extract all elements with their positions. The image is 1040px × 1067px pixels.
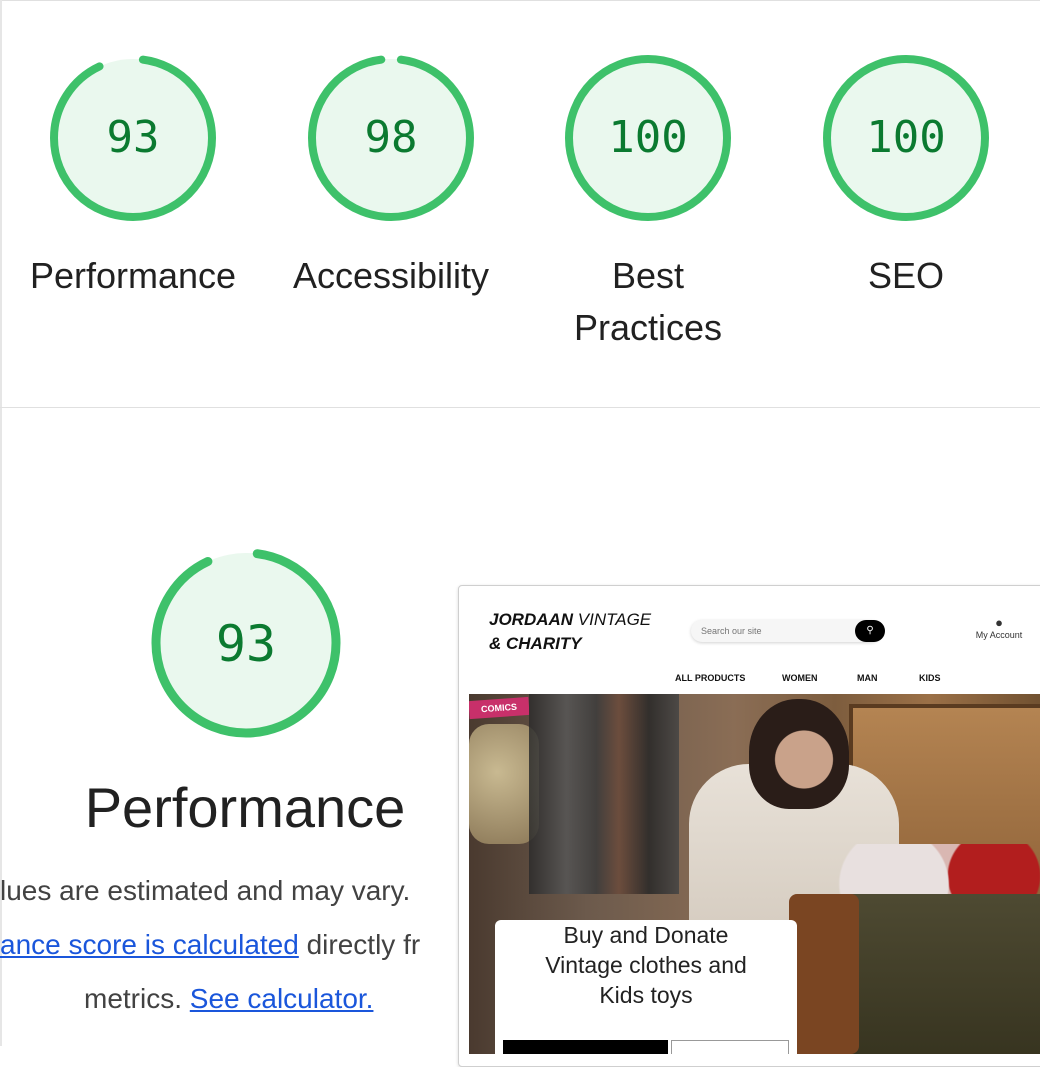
hero-bag bbox=[789, 894, 859, 1054]
desc-line-1: lues are estimated and may vary. bbox=[0, 875, 410, 907]
site-logo: JORDAAN VINTAGE & CHARITY bbox=[489, 608, 651, 656]
hero-heading-line: Vintage clothes and bbox=[545, 952, 747, 978]
gauge-score: 93 bbox=[106, 112, 160, 163]
section-title: Performance bbox=[84, 776, 406, 839]
gauge-performance-large: 93 bbox=[148, 545, 344, 741]
shop-now-button[interactable]: SHOP NOW bbox=[503, 1040, 668, 1054]
gauge-best-practices[interactable]: 100 bbox=[562, 52, 734, 224]
hero-sign-text: COMICS bbox=[480, 701, 518, 715]
my-account[interactable]: ● My Account bbox=[964, 615, 1034, 641]
section-divider bbox=[0, 407, 1040, 408]
gauge-label-line: Accessibility bbox=[292, 255, 490, 296]
gauge-score: 100 bbox=[608, 112, 688, 163]
search-icon[interactable]: ⚲ bbox=[855, 620, 885, 642]
site-search[interactable]: ⚲ bbox=[691, 620, 885, 642]
gauge-seo[interactable]: 100 bbox=[820, 52, 992, 224]
hero-heading-line: Buy and Donate bbox=[563, 922, 729, 948]
gauge-label-line: SEO bbox=[867, 255, 945, 296]
gauge-label-line: Performance bbox=[29, 255, 237, 296]
hero-sign: COMICS bbox=[469, 696, 530, 720]
desc-line-3: metrics. See calculator. bbox=[84, 983, 373, 1015]
brand-line-2: & CHARITY bbox=[489, 634, 582, 653]
gauge-label-line: Best bbox=[611, 255, 685, 296]
gauge-score: 100 bbox=[866, 112, 946, 163]
gauge-label-line: Practices bbox=[573, 307, 723, 348]
hero-card: Buy and Donate Vintage clothes and Kids … bbox=[495, 920, 797, 1054]
gauge-label-performance: Performance bbox=[8, 250, 258, 302]
desc-line-2: ance score is calculated directly fr bbox=[0, 929, 420, 961]
gauge-label-seo: SEO bbox=[781, 250, 1031, 302]
gauge-performance[interactable]: 93 bbox=[47, 52, 219, 224]
desc-text: directly fr bbox=[298, 929, 421, 960]
nav-all-products[interactable]: ALL PRODUCTS bbox=[675, 673, 745, 683]
desc-text: lues are estimated and may vary. bbox=[0, 875, 411, 906]
see-calculator-link[interactable]: See calculator. bbox=[190, 983, 374, 1014]
hero-clothes-rack bbox=[529, 694, 679, 894]
gauge-label-best-practices: Best Practices bbox=[523, 250, 773, 354]
gauge-label-accessibility: Accessibility bbox=[266, 250, 516, 302]
user-icon: ● bbox=[995, 615, 1003, 630]
brand-rest: VINTAGE bbox=[573, 610, 652, 629]
hero-heading: Buy and Donate Vintage clothes and Kids … bbox=[495, 920, 797, 1010]
top-border bbox=[0, 0, 1040, 1]
donate-now-button[interactable]: DONATE NOW bbox=[671, 1040, 789, 1054]
desc-text: metrics. bbox=[84, 983, 182, 1014]
hero-image: COMICS Buy and Donate Vintage clothes an… bbox=[469, 694, 1040, 1054]
gauge-score: 93 bbox=[215, 615, 277, 673]
hero-heading-line: Kids toys bbox=[599, 982, 693, 1008]
nav-women[interactable]: WOMEN bbox=[782, 673, 818, 683]
brand-bold: JORDAAN bbox=[489, 610, 574, 629]
search-input[interactable] bbox=[691, 620, 851, 642]
hero-person-head bbox=[749, 699, 849, 809]
account-label: My Account bbox=[975, 630, 1023, 640]
gauge-accessibility[interactable]: 98 bbox=[305, 52, 477, 224]
score-calculation-link[interactable]: ance score is calculated bbox=[0, 929, 299, 960]
page-screenshot-thumbnail[interactable]: JORDAAN VINTAGE & CHARITY ⚲ ● My Account… bbox=[458, 585, 1040, 1067]
gauge-score: 98 bbox=[364, 112, 418, 163]
nav-kids[interactable]: KIDS bbox=[919, 673, 941, 683]
nav-man[interactable]: MAN bbox=[857, 673, 878, 683]
